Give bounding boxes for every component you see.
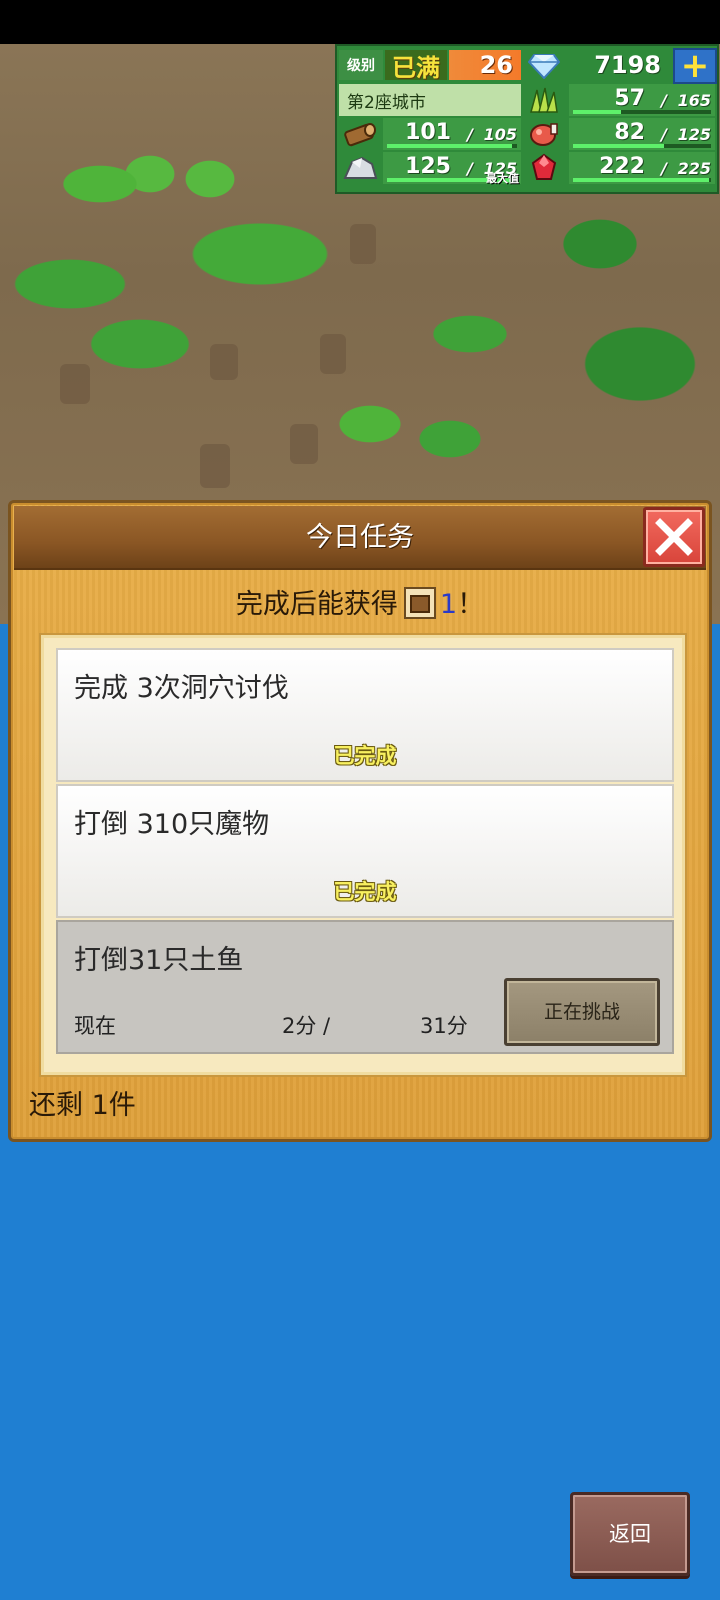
- ruby-icon: [523, 152, 565, 184]
- meat-icon: [523, 118, 565, 150]
- reward-count: 1: [439, 589, 458, 620]
- task-status-completed: 已完成: [333, 744, 397, 768]
- challenging-button[interactable]: 正在挑战: [504, 978, 660, 1046]
- resource-ore: 125 / 125 最大值: [383, 152, 521, 185]
- grass-bar: [573, 110, 621, 114]
- diamond-icon: [523, 50, 565, 82]
- log-icon: [339, 118, 381, 150]
- reward-text: 完成后能获得: [235, 589, 398, 620]
- progress-label: 现在: [74, 1014, 116, 1038]
- task-item: 打倒 310只魔物 已完成: [56, 784, 674, 918]
- resource-wood: 101 / 105: [383, 118, 521, 150]
- close-button[interactable]: [643, 507, 705, 567]
- reward-suffix: ！: [457, 589, 485, 620]
- gem-count: 7198: [594, 51, 661, 79]
- task-name: 完成 3次洞穴讨伐: [74, 673, 289, 704]
- plus-icon: +: [680, 46, 710, 86]
- level-label: 级别: [339, 50, 383, 80]
- grass-icon: [523, 84, 565, 116]
- ore-icon: [339, 152, 381, 184]
- status-bar: [0, 0, 720, 44]
- daily-mission-dialog: 今日任务 完成后能获得 1！ 完成 3次洞穴讨伐 已完成 打倒 310只魔物 已完…: [8, 500, 712, 1142]
- add-gems-button[interactable]: +: [673, 48, 717, 84]
- task-item-active: 打倒31只土鱼 现在 2分 / 31分 正在挑战: [56, 920, 674, 1054]
- progress-goal: 31分: [420, 1014, 468, 1038]
- resource-ruby: 222 / 225: [569, 152, 715, 184]
- close-icon: [655, 518, 693, 556]
- level-max-badge: 已满: [385, 50, 447, 82]
- city-name: 第2座城市: [339, 84, 521, 116]
- ruby-bar: [573, 178, 710, 182]
- max-value-tag: 最大值: [486, 172, 519, 185]
- task-list: 完成 3次洞穴讨伐 已完成 打倒 310只魔物 已完成 打倒31只土鱼 现在 2…: [41, 635, 685, 1075]
- dialog-header: 今日任务: [14, 506, 706, 570]
- back-button[interactable]: 返回: [570, 1492, 690, 1576]
- task-name: 打倒 310只魔物: [74, 809, 270, 840]
- task-item: 完成 3次洞穴讨伐 已完成: [56, 648, 674, 782]
- wood-bar: [387, 144, 512, 148]
- level-value: 26: [449, 50, 521, 80]
- task-status-completed: 已完成: [333, 880, 397, 904]
- dialog-title: 今日任务: [306, 522, 414, 553]
- resource-grass: 57 / 165: [569, 84, 715, 116]
- progress-current: 2分 /: [282, 1014, 331, 1038]
- food-bar: [573, 144, 664, 148]
- resource-hud: 级别 已满 26 7198 + 第2座城市 57 / 165 101 / 105…: [335, 44, 719, 194]
- remaining-count: 还剩 1件: [29, 1090, 136, 1121]
- reward-line: 完成后能获得 1！: [11, 583, 709, 627]
- task-name: 打倒31只土鱼: [74, 945, 244, 976]
- resource-food: 82 / 125: [569, 118, 715, 150]
- treasure-chest-icon: [403, 586, 436, 619]
